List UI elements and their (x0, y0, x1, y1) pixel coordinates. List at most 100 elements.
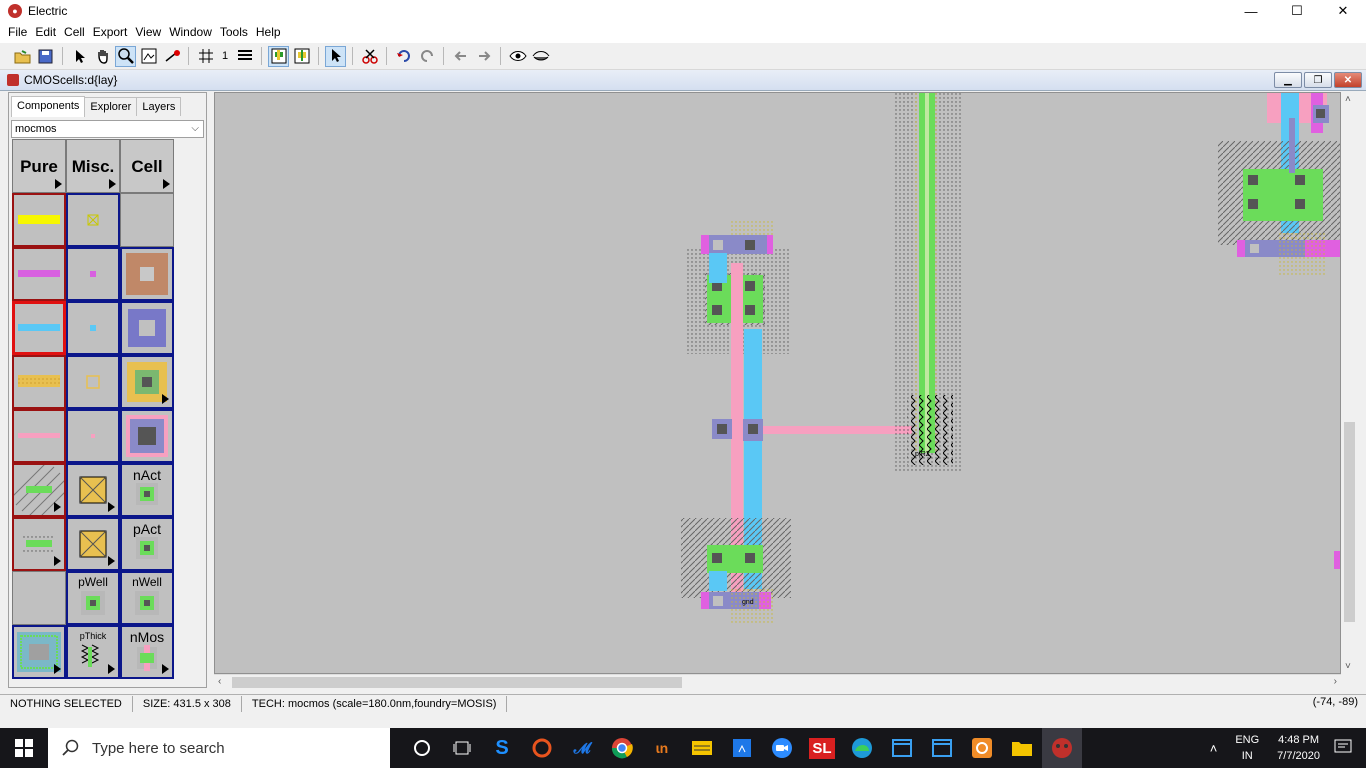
cell-minimize-button[interactable]: ▁ (1274, 72, 1302, 88)
menu-window[interactable]: Window (165, 22, 216, 43)
menu-view[interactable]: View (131, 22, 165, 43)
sketch-app-icon[interactable]: ɩn (642, 728, 682, 768)
window-app-icon-2[interactable] (922, 728, 962, 768)
palette-metal3-arc[interactable] (12, 301, 66, 355)
file-explorer-icon[interactable] (1002, 728, 1042, 768)
palette-metal4-arc[interactable] (12, 355, 66, 409)
tab-components[interactable]: Components (11, 96, 86, 117)
zoom-app-icon[interactable] (762, 728, 802, 768)
redo-icon[interactable] (416, 46, 437, 67)
file-app-icon[interactable] (722, 728, 762, 768)
palette-metal1-arc[interactable] (12, 193, 66, 247)
electric-taskbar-icon[interactable] (1042, 728, 1082, 768)
palette-well-contact[interactable] (12, 625, 66, 679)
input-language[interactable]: ENG IN (1235, 732, 1259, 764)
menu-export[interactable]: Export (89, 22, 132, 43)
forward-arrow-icon[interactable] (473, 46, 494, 67)
menu-edit[interactable]: Edit (31, 22, 60, 43)
layout-mode-icon[interactable] (268, 45, 289, 67)
schematic-mode-icon[interactable] (291, 46, 312, 67)
menu-help[interactable]: Help (252, 22, 285, 43)
undo-icon[interactable] (393, 46, 414, 67)
tab-explorer[interactable]: Explorer (84, 97, 138, 116)
palette-pact-node[interactable]: pAct (120, 517, 174, 571)
save-icon[interactable] (35, 46, 56, 67)
edge-icon[interactable] (842, 728, 882, 768)
palette-contact-node[interactable] (120, 247, 174, 301)
palette-pwell-node[interactable]: pWell (66, 571, 120, 625)
select-arrow-icon[interactable] (69, 46, 90, 67)
window-app-icon[interactable] (882, 728, 922, 768)
technology-select[interactable]: mocmos ⌵ (11, 120, 204, 138)
sl-app-icon[interactable]: SL (802, 728, 842, 768)
menu-cell[interactable]: Cell (60, 22, 89, 43)
grid-icon[interactable] (195, 46, 216, 67)
matlab-icon[interactable]: 𝓜 (562, 728, 602, 768)
palette-metal4-pin[interactable] (66, 355, 120, 409)
minimize-button[interactable]: — (1228, 0, 1274, 22)
outline-edit-icon[interactable] (138, 46, 159, 67)
layout-canvas[interactable]: gnd p|R2 (214, 92, 1341, 674)
measure-icon[interactable] (161, 46, 182, 67)
vertical-scroll-thumb[interactable] (1344, 422, 1355, 622)
cell-close-button[interactable]: ✕ (1334, 72, 1362, 88)
horizontal-scroll-thumb[interactable] (232, 677, 682, 688)
cortana-icon[interactable] (402, 728, 442, 768)
task-view-icon[interactable] (442, 728, 482, 768)
chrome-icon[interactable] (602, 728, 642, 768)
back-arrow-icon[interactable] (450, 46, 471, 67)
scroll-down-icon[interactable]: ˅ (1345, 661, 1351, 672)
scroll-left-icon[interactable]: ‹ (218, 676, 221, 687)
palette-via-node[interactable] (120, 301, 174, 355)
palette-poly-contact[interactable] (120, 409, 174, 463)
palette-nact-node[interactable]: nAct (120, 463, 174, 517)
palette-header-pure[interactable]: Pure (12, 139, 66, 193)
palette-pactive-arc[interactable] (12, 517, 66, 571)
menu-file[interactable]: File (4, 22, 31, 43)
palette-nwell-node[interactable]: nWell (120, 571, 174, 625)
palette-pactive-pin[interactable] (66, 517, 120, 571)
skype-icon[interactable]: S (482, 728, 522, 768)
qbittorrent-icon[interactable] (962, 728, 1002, 768)
zoom-icon[interactable] (115, 45, 136, 67)
tab-layers[interactable]: Layers (136, 97, 182, 116)
vertical-scrollbar[interactable]: ˄ ˅ (1341, 92, 1358, 674)
toolbar-separator (261, 47, 262, 65)
cell-restore-button[interactable]: ❐ (1304, 72, 1332, 88)
notification-icon[interactable] (1334, 739, 1352, 758)
palette-nactive-pin[interactable] (66, 463, 120, 517)
palette-poly-arc[interactable] (12, 409, 66, 463)
palette-metal1-pin[interactable] (66, 193, 120, 247)
hide-eye-icon[interactable] (530, 46, 551, 67)
close-button[interactable]: ✕ (1320, 0, 1366, 22)
office-icon[interactable] (522, 728, 562, 768)
cut-scissors-icon[interactable] (359, 46, 380, 67)
palette-poly-pin[interactable] (66, 409, 120, 463)
palette-header-cell[interactable]: Cell (120, 139, 174, 193)
windows-start-icon[interactable] (0, 728, 48, 768)
palette-nactive-arc[interactable] (12, 463, 66, 517)
notes-icon[interactable] (682, 728, 722, 768)
palette-header-misc[interactable]: Misc. (66, 139, 120, 193)
click-select-icon[interactable] (325, 45, 346, 67)
layout-drawing: gnd p|R2 (681, 93, 1340, 624)
chevron-up-icon[interactable]: ˄ (1210, 741, 1218, 756)
system-clock[interactable]: 4:48 PM 7/7/2020 (1277, 732, 1320, 764)
open-folder-icon[interactable] (12, 46, 33, 67)
pan-hand-icon[interactable] (92, 46, 113, 67)
scroll-right-icon[interactable]: › (1334, 676, 1337, 687)
horizontal-scrollbar[interactable]: ‹ › (214, 674, 1341, 689)
palette-metal2-arc[interactable] (12, 247, 66, 301)
palette-metal2-pin[interactable] (66, 247, 120, 301)
palette-metal3-pin[interactable] (66, 301, 120, 355)
scroll-up-icon[interactable]: ˄ (1345, 94, 1351, 105)
palette-nmos-node[interactable]: nMos (120, 625, 174, 679)
taskbar-search-input[interactable]: Type here to search (48, 728, 390, 768)
palette-via2-node[interactable] (120, 355, 174, 409)
grid-dots-icon[interactable] (234, 46, 255, 67)
maximize-button[interactable]: ☐ (1274, 0, 1320, 22)
gnd-label: gnd (742, 599, 754, 606)
show-eye-icon[interactable] (507, 46, 528, 67)
menu-tools[interactable]: Tools (216, 22, 252, 43)
palette-pthick-node[interactable]: pThick (66, 625, 120, 679)
